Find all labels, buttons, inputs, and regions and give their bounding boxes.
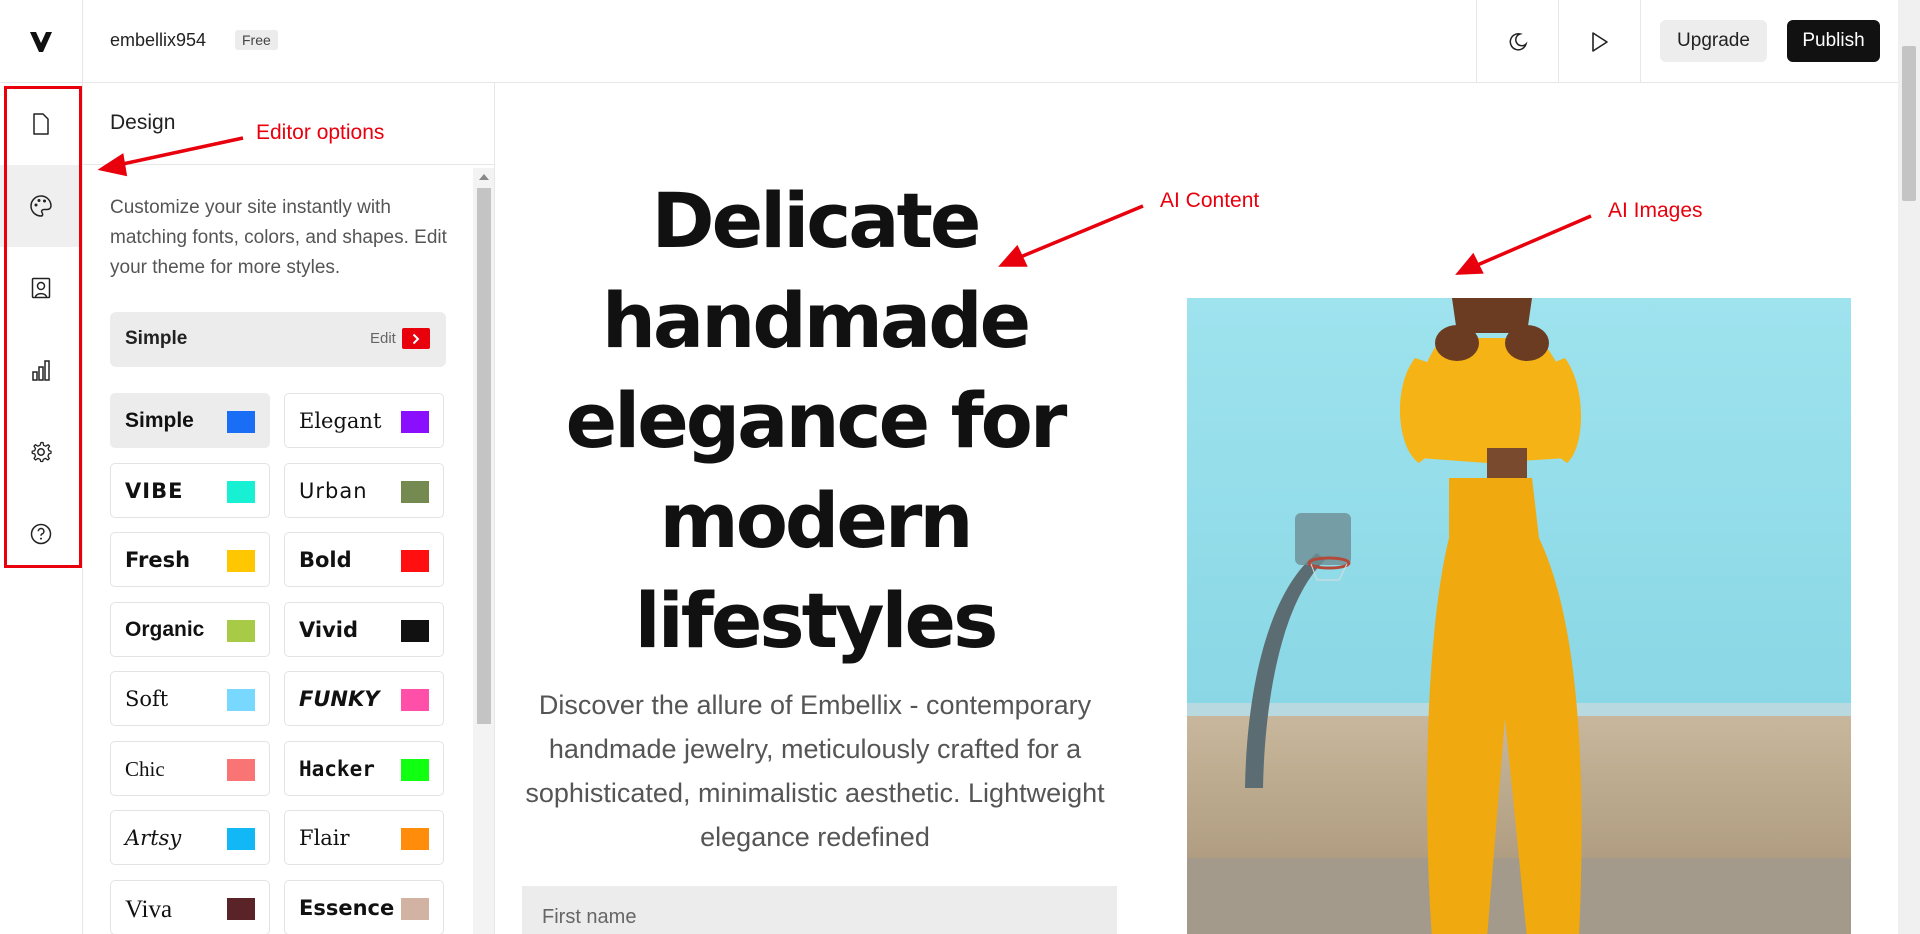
theme-color-swatch [401, 758, 429, 781]
theme-option-name: Viva [125, 895, 173, 923]
theme-option-name: Vivid [299, 617, 359, 642]
theme-option-name: Chic [125, 756, 165, 781]
editor-options-highlight-box [4, 86, 82, 568]
panel-title: Design [110, 111, 176, 134]
annotation-ai-images: AI Images [1608, 199, 1703, 222]
theme-option-chic[interactable]: Chic [110, 740, 270, 796]
panel-description: Customize your site instantly with match… [110, 197, 447, 278]
theme-option-name: Essence [299, 895, 395, 920]
site-name[interactable]: embellix954 [110, 30, 206, 51]
preview-button[interactable] [1558, 0, 1640, 83]
theme-option-hacker[interactable]: Hacker [284, 740, 444, 796]
dark-mode-button[interactable] [1476, 0, 1558, 83]
theme-color-swatch [227, 411, 255, 433]
theme-option-name: Hacker [299, 756, 375, 781]
edit-theme-label[interactable]: Edit [370, 330, 396, 347]
theme-option-name: Bold [299, 548, 352, 572]
plan-badge: Free [235, 30, 278, 50]
upgrade-button[interactable]: Upgrade [1660, 20, 1767, 62]
theme-color-swatch [227, 897, 255, 920]
theme-option-fresh[interactable]: Fresh [110, 532, 270, 587]
theme-option-name: Fresh [125, 548, 191, 572]
theme-option-name: Soft [125, 687, 169, 711]
theme-option-viva[interactable]: Viva [110, 879, 270, 934]
theme-option-name: Flair [299, 826, 350, 850]
theme-option-essence[interactable]: Essence [284, 879, 444, 934]
theme-option-bold[interactable]: Bold [284, 532, 444, 587]
theme-option-organic[interactable]: Organic [110, 601, 270, 657]
theme-option-simple[interactable]: Simple [110, 393, 270, 448]
window-scrollbar[interactable] [1898, 0, 1920, 934]
theme-option-funky[interactable]: FUNKY [284, 671, 444, 726]
theme-color-swatch [227, 619, 255, 642]
window-scrollbar-thumb[interactable] [1902, 46, 1916, 201]
theme-option-name: Artsy [125, 826, 182, 850]
theme-option-vibe[interactable]: VIBE [110, 462, 270, 518]
theme-color-swatch [227, 758, 255, 781]
first-name-placeholder: First name [542, 906, 637, 928]
theme-color-swatch [401, 550, 429, 572]
logo[interactable] [0, 0, 83, 83]
theme-option-name: Elegant [299, 409, 382, 433]
theme-color-swatch [401, 897, 429, 920]
logo-icon [30, 31, 52, 52]
publish-button[interactable]: Publish [1787, 20, 1880, 62]
annotation-editor-options: Editor options [256, 121, 385, 144]
theme-option-name: Urban [299, 478, 368, 503]
hero-title[interactable]: Delicate handmade elegance for modern li… [505, 171, 1125, 671]
theme-color-swatch [227, 480, 255, 503]
theme-color-swatch [401, 828, 429, 850]
theme-color-swatch [401, 411, 429, 433]
annotation-ai-content: AI Content [1160, 189, 1260, 212]
theme-color-swatch [227, 689, 255, 711]
theme-option-name: FUNKY [299, 687, 380, 711]
panel-scrollbar[interactable] [473, 168, 494, 934]
theme-option-urban[interactable]: Urban [284, 462, 444, 518]
panel-scrollbar-thumb[interactable] [477, 188, 491, 724]
chevron-right-icon [412, 333, 420, 344]
theme-option-vivid[interactable]: Vivid [284, 601, 444, 657]
moon-icon [1509, 32, 1528, 50]
top-bar: embellix954 Free Upgrade Publish [0, 0, 1920, 83]
current-theme-card[interactable]: Simple Edit [110, 312, 446, 367]
theme-option-elegant[interactable]: Elegant [284, 393, 444, 448]
theme-option-name: VIBE [125, 478, 184, 503]
current-theme-name: Simple [125, 328, 188, 349]
theme-color-swatch [401, 619, 429, 642]
theme-color-swatch [401, 689, 429, 711]
theme-color-swatch [227, 550, 255, 572]
theme-color-swatch [227, 828, 255, 850]
theme-option-name: Simple [125, 409, 194, 432]
edit-theme-button[interactable] [402, 328, 430, 349]
hero-image[interactable] [1187, 298, 1851, 934]
theme-option-soft[interactable]: Soft [110, 671, 270, 726]
hero-photo [1187, 298, 1851, 934]
theme-option-name: Organic [125, 617, 205, 641]
toolbar-divider [1640, 0, 1641, 83]
hero-subtitle[interactable]: Discover the allure of Embellix - contem… [515, 683, 1115, 859]
design-panel: Design Customize your site instantly wit… [83, 83, 495, 934]
play-icon [1591, 31, 1608, 52]
theme-option-artsy[interactable]: Artsy [110, 810, 270, 865]
theme-option-flair[interactable]: Flair [284, 810, 444, 865]
theme-color-swatch [401, 480, 429, 503]
scroll-up-arrow-icon[interactable] [479, 174, 489, 180]
first-name-field[interactable]: First name [522, 886, 1117, 934]
